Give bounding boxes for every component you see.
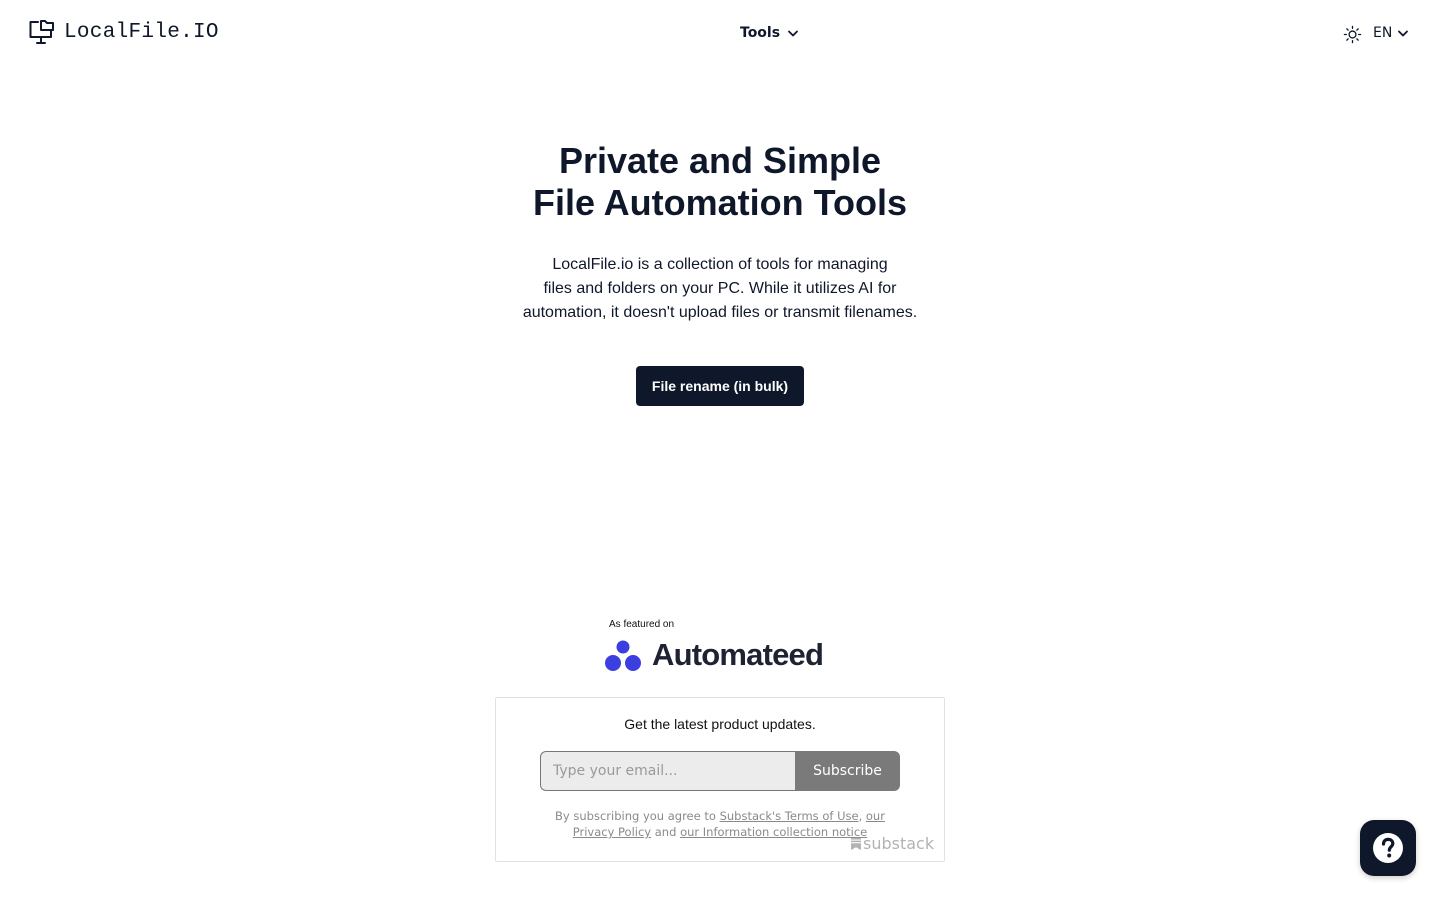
hero-section: Private and Simple File Automation Tools… xyxy=(0,140,1440,406)
substack-logo-icon xyxy=(851,837,861,850)
featured-label: As featured on xyxy=(609,619,675,630)
email-input[interactable] xyxy=(540,751,796,791)
chevron-down-icon xyxy=(788,30,798,37)
file-rename-button[interactable]: File rename (in bulk) xyxy=(635,366,805,406)
language-label: EN xyxy=(1373,25,1393,41)
monitor-folder-icon xyxy=(29,20,54,44)
brand-name: LocalFile.IO xyxy=(64,20,219,44)
subscribe-button[interactable]: Subscribe xyxy=(795,751,900,791)
automateed-logo-icon xyxy=(605,640,641,671)
legal-comma: , xyxy=(858,809,866,823)
sun-icon[interactable] xyxy=(1343,25,1362,44)
newsletter-heading: Get the latest product updates. xyxy=(624,716,816,732)
legal-and: and xyxy=(651,825,681,839)
featured-on-badge[interactable]: As featured on Automateed xyxy=(602,619,842,675)
featured-brand-name: Automateed xyxy=(652,637,824,672)
site-header: LocalFile.IO Tools EN xyxy=(0,0,1440,70)
substack-wordmark: substack xyxy=(863,834,935,853)
help-button[interactable] xyxy=(1360,820,1416,876)
question-mark-icon xyxy=(1373,833,1403,863)
terms-link[interactable]: Substack's Terms of Use xyxy=(720,809,859,823)
brand-logo-link[interactable]: LocalFile.IO xyxy=(29,19,219,45)
hero-title: Private and Simple File Automation Tools xyxy=(0,140,1440,224)
hero-description-line: files and folders on your PC. While it u… xyxy=(543,280,897,297)
hero-title-line: Private and Simple xyxy=(558,140,882,181)
tools-dropdown[interactable]: Tools xyxy=(740,25,800,41)
chevron-down-icon xyxy=(1398,30,1409,37)
substack-branding[interactable]: substack xyxy=(851,834,934,853)
info-collection-link[interactable]: our Information collection notice xyxy=(680,825,867,839)
newsletter-embed: Get the latest product updates. Subscrib… xyxy=(495,697,945,862)
tools-label: Tools xyxy=(740,25,781,41)
legal-notice: By subscribing you agree to Substack's T… xyxy=(540,808,900,840)
hero-description-line: automation, it doesn't upload files or t… xyxy=(522,304,918,321)
hero-description-line: LocalFile.io is a collection of tools fo… xyxy=(552,256,888,273)
hero-description: LocalFile.io is a collection of tools fo… xyxy=(510,253,930,325)
language-selector[interactable]: EN xyxy=(1373,25,1410,41)
hero-title-line: File Automation Tools xyxy=(533,182,907,223)
legal-prefix: By subscribing you agree to xyxy=(555,809,720,823)
